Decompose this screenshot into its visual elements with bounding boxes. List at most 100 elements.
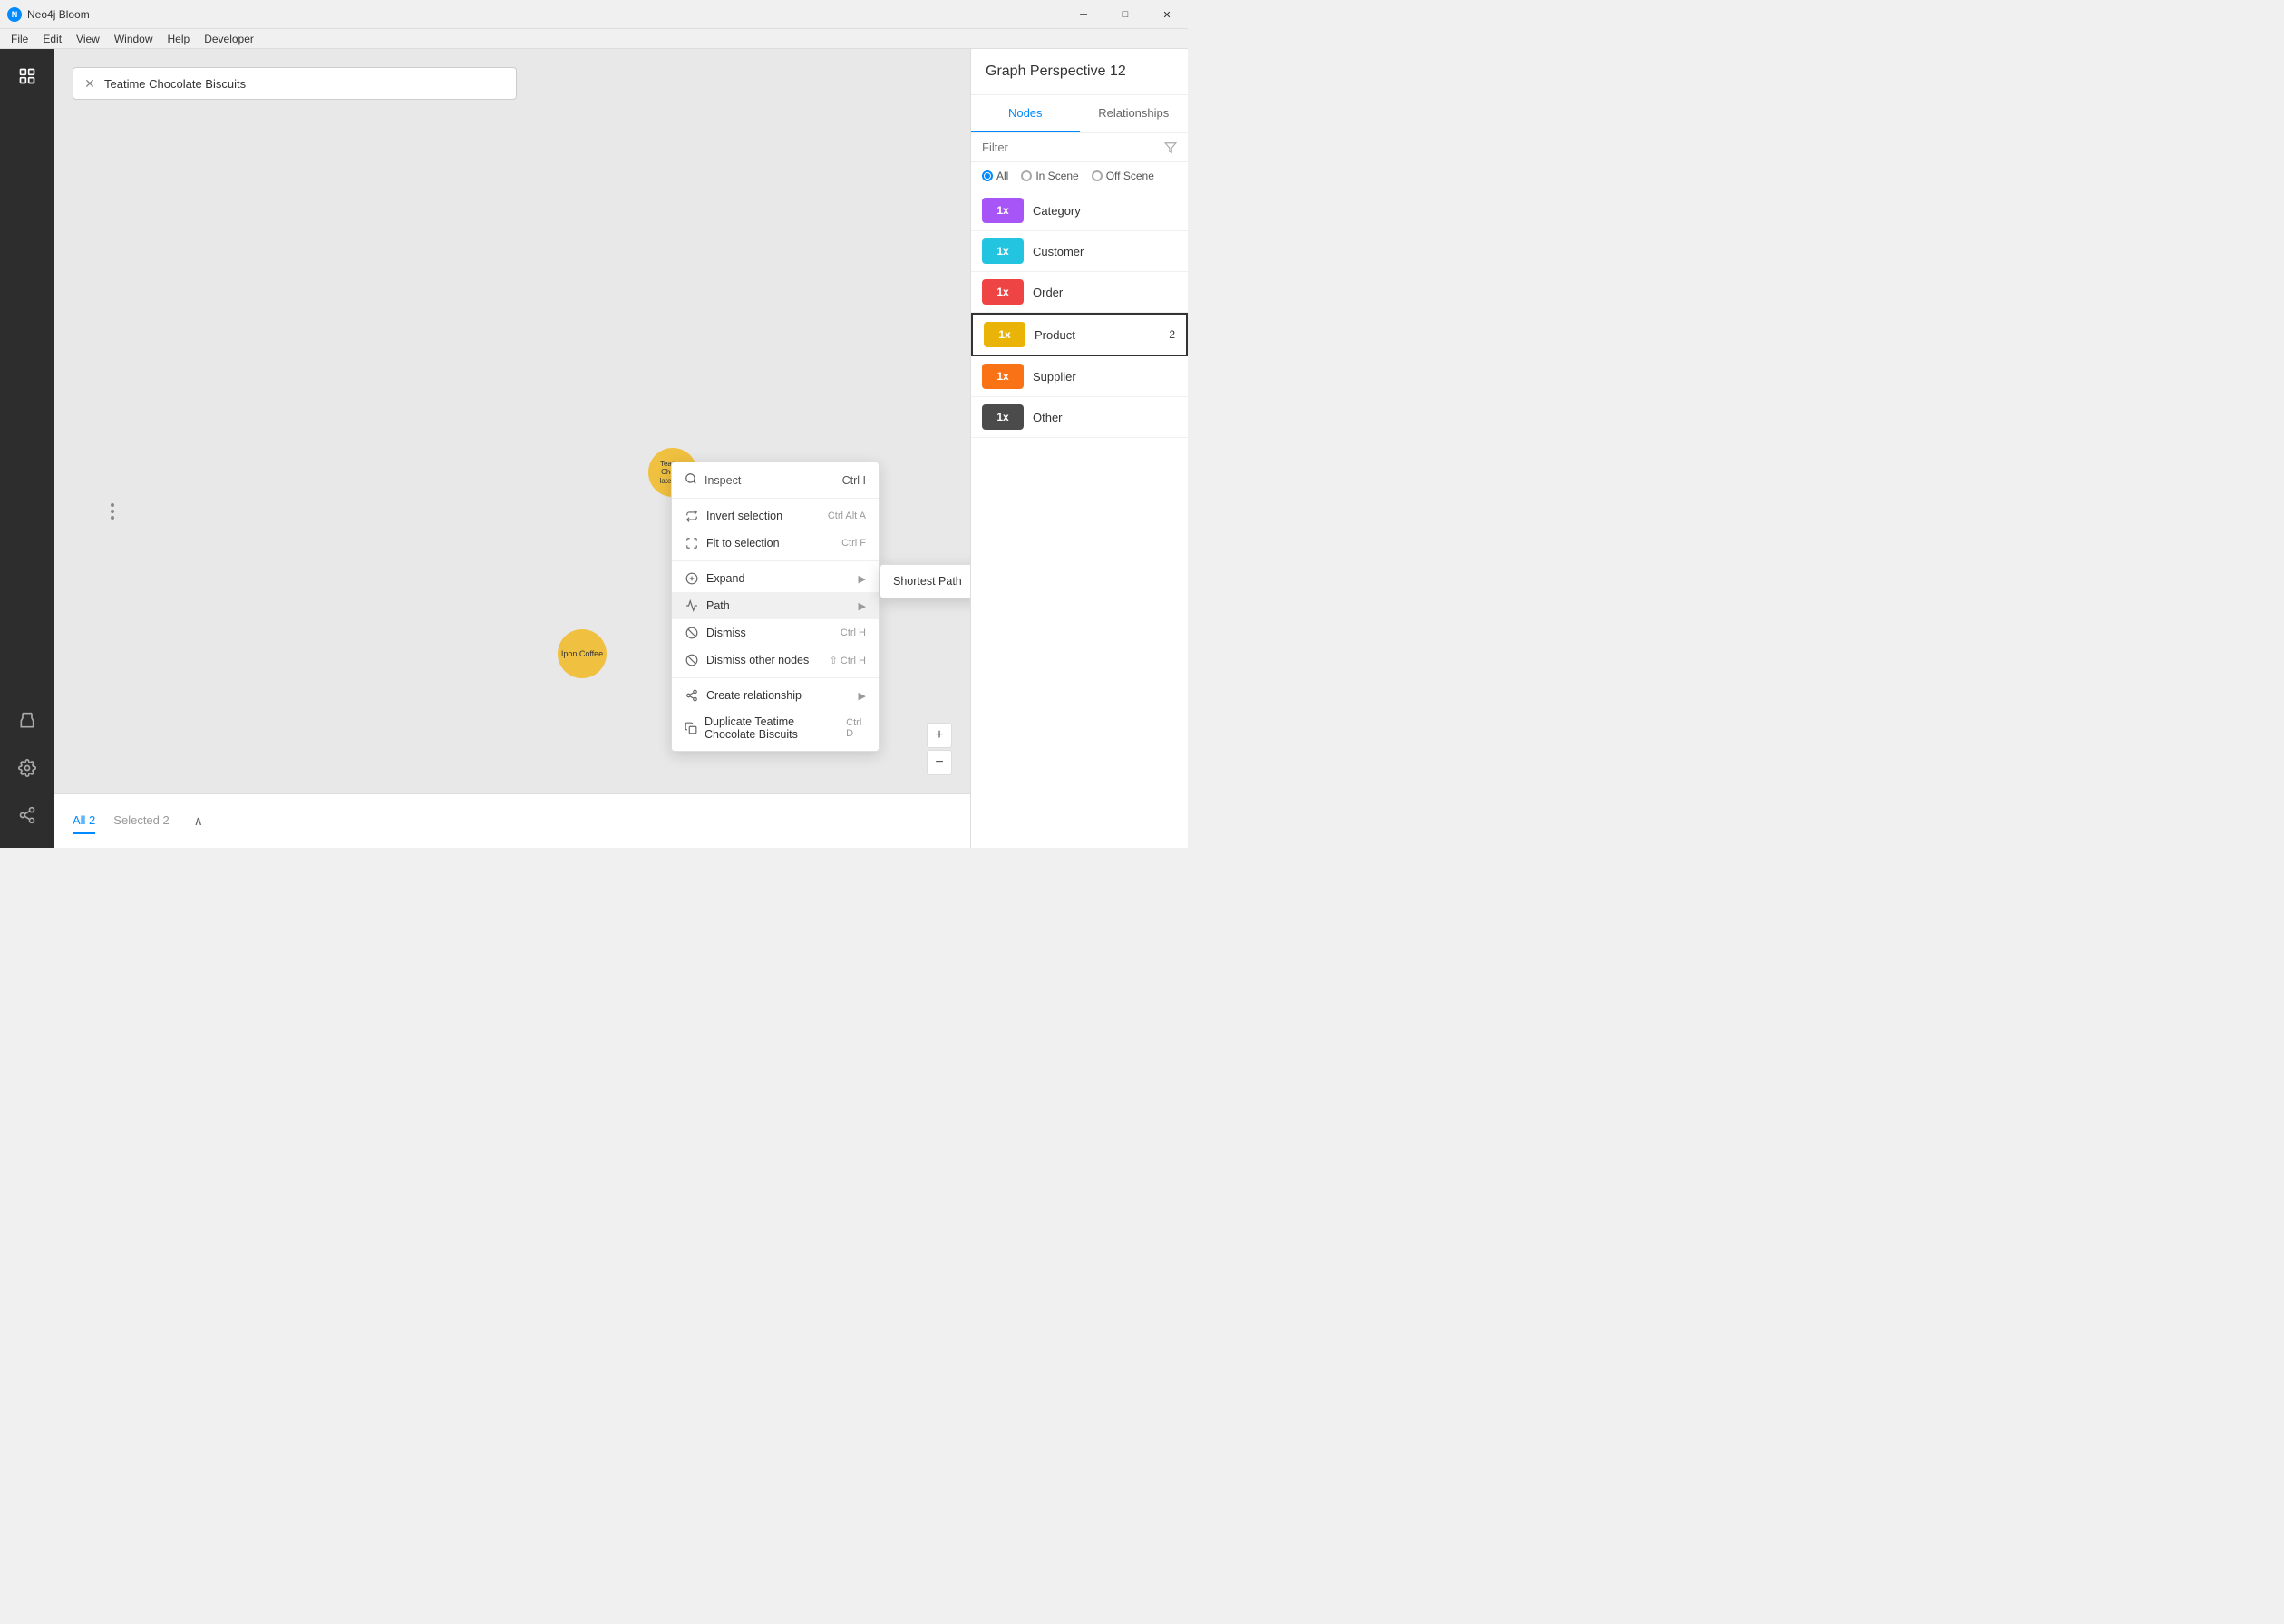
settings-icon (18, 759, 36, 777)
menu-view[interactable]: View (69, 31, 107, 47)
node-item-other[interactable]: 1x Other (971, 397, 1188, 438)
context-menu-item-invert[interactable]: Invert selection Ctrl Alt A (672, 502, 879, 530)
bottom-expand-btn[interactable]: ∧ (188, 811, 209, 832)
duplicate-label: Duplicate Teatime Chocolate Biscuits (705, 715, 846, 741)
node-label-other: Other (1033, 411, 1177, 424)
divider-2 (672, 560, 879, 561)
node-ipon[interactable]: Ipon Coffee (558, 629, 607, 678)
context-menu-item-path[interactable]: Path ▶ (672, 592, 879, 619)
expand-label: Expand (706, 572, 744, 585)
dismiss-other-icon (685, 653, 699, 667)
panel-title: Graph Perspective 12 (971, 49, 1188, 95)
invert-label: Invert selection (706, 510, 782, 522)
sidebar-btn-settings[interactable] (9, 750, 45, 786)
close-button[interactable]: ✕ (1146, 0, 1188, 29)
node-badge-customer: 1x (982, 238, 1024, 264)
node-label-customer: Customer (1033, 245, 1177, 258)
radio-all[interactable]: All (982, 170, 1008, 182)
lab-icon (18, 712, 36, 730)
tab-nodes[interactable]: Nodes (971, 95, 1080, 132)
node-item-customer[interactable]: 1x Customer (971, 231, 1188, 272)
create-rel-icon (685, 688, 699, 703)
canvas-area[interactable]: ✕ Teatime Chocolate Biscuits Teatime Cho… (54, 49, 970, 848)
sidebar-btn-graph[interactable] (9, 58, 45, 94)
context-menu-item-expand[interactable]: Expand ▶ (672, 565, 879, 592)
inspect-icon (685, 472, 697, 488)
dismiss-icon (685, 626, 699, 640)
menu-window[interactable]: Window (107, 31, 160, 47)
context-menu-item-inspect[interactable]: Inspect Ctrl I (672, 466, 879, 494)
submenu-item-shortest-path[interactable]: Shortest Path (880, 569, 970, 594)
duplicate-icon (685, 721, 697, 735)
node-item-supplier[interactable]: 1x Supplier (971, 356, 1188, 397)
node-item-product[interactable]: 1x Product 2 (971, 313, 1188, 356)
node-badge-product: 1x (984, 322, 1025, 347)
dismiss-other-shortcut: ⇧ Ctrl H (830, 655, 866, 666)
node-badge-supplier: 1x (982, 364, 1024, 389)
path-icon (685, 598, 699, 613)
bottom-tab-all[interactable]: All 2 (73, 808, 95, 834)
panel-toggle[interactable] (111, 503, 114, 520)
inspect-shortcut: Ctrl I (842, 474, 866, 487)
fit-shortcut: Ctrl F (841, 538, 866, 549)
dismiss-shortcut: Ctrl H (841, 627, 866, 638)
filter-icon (1164, 141, 1177, 154)
context-menu-item-fit[interactable]: Fit to selection Ctrl F (672, 530, 879, 557)
invert-icon (685, 509, 699, 523)
context-menu-item-dismiss-other[interactable]: Dismiss other nodes ⇧ Ctrl H (672, 647, 879, 674)
node-item-category[interactable]: 1x Category (971, 190, 1188, 231)
menu-edit[interactable]: Edit (35, 31, 69, 47)
fit-icon (685, 536, 699, 550)
zoom-in-button[interactable]: + (927, 723, 952, 748)
sidebar (0, 49, 54, 848)
sidebar-btn-connections[interactable] (9, 797, 45, 833)
sidebar-btn-lab[interactable] (9, 703, 45, 739)
node-label-supplier: Supplier (1033, 370, 1177, 384)
context-menu-item-create-rel[interactable]: Create relationship ▶ (672, 682, 879, 709)
logo-icon: N (7, 7, 22, 22)
title-bar: N Neo4j Bloom ─ □ ✕ (0, 0, 1188, 29)
bottom-bar: All 2 Selected 2 ∧ (54, 793, 970, 848)
node-label-product: Product (1035, 328, 1160, 342)
radio-group: All In Scene Off Scene (971, 162, 1188, 190)
dismiss-label: Dismiss (706, 627, 746, 639)
connections-icon (18, 806, 36, 824)
radio-off-scene[interactable]: Off Scene (1092, 170, 1154, 182)
path-label: Path (706, 599, 730, 612)
expand-icon (685, 571, 699, 586)
menu-file[interactable]: File (4, 31, 35, 47)
filter-input[interactable] (982, 141, 1161, 154)
menu-developer[interactable]: Developer (197, 31, 261, 47)
fit-label: Fit to selection (706, 537, 780, 549)
node-badge-other: 1x (982, 404, 1024, 430)
menu-help[interactable]: Help (160, 31, 198, 47)
right-panel: Graph Perspective 12 Nodes Relationships… (970, 49, 1188, 848)
expand-arrow: ▶ (859, 573, 866, 585)
path-submenu: Shortest Path (880, 564, 970, 598)
tab-relationships[interactable]: Relationships (1080, 95, 1189, 132)
filter-bar (971, 133, 1188, 162)
minimize-button[interactable]: ─ (1063, 0, 1104, 29)
window-controls: ─ □ ✕ (1063, 0, 1188, 29)
maximize-button[interactable]: □ (1104, 0, 1146, 29)
app-name: Neo4j Bloom (27, 8, 90, 21)
search-close-icon[interactable]: ✕ (83, 76, 97, 91)
node-label-category: Category (1033, 204, 1177, 218)
divider-3 (672, 677, 879, 678)
node-badge-order: 1x (982, 279, 1024, 305)
graph-icon (18, 67, 36, 85)
path-arrow: ▶ (859, 600, 866, 612)
app-container: ✕ Teatime Chocolate Biscuits Teatime Cho… (0, 49, 1188, 848)
radio-all-dot (982, 170, 993, 181)
panel-tabs: Nodes Relationships (971, 95, 1188, 133)
divider-1 (672, 498, 879, 499)
radio-in-scene[interactable]: In Scene (1021, 170, 1078, 182)
create-rel-label: Create relationship (706, 689, 802, 702)
context-menu-item-dismiss[interactable]: Dismiss Ctrl H (672, 619, 879, 647)
bottom-tab-selected[interactable]: Selected 2 (113, 808, 169, 834)
zoom-out-button[interactable]: − (927, 750, 952, 775)
inspect-label: Inspect (705, 474, 741, 487)
node-item-order[interactable]: 1x Order (971, 272, 1188, 313)
create-rel-arrow: ▶ (859, 690, 866, 702)
context-menu-item-duplicate[interactable]: Duplicate Teatime Chocolate Biscuits Ctr… (672, 709, 879, 747)
